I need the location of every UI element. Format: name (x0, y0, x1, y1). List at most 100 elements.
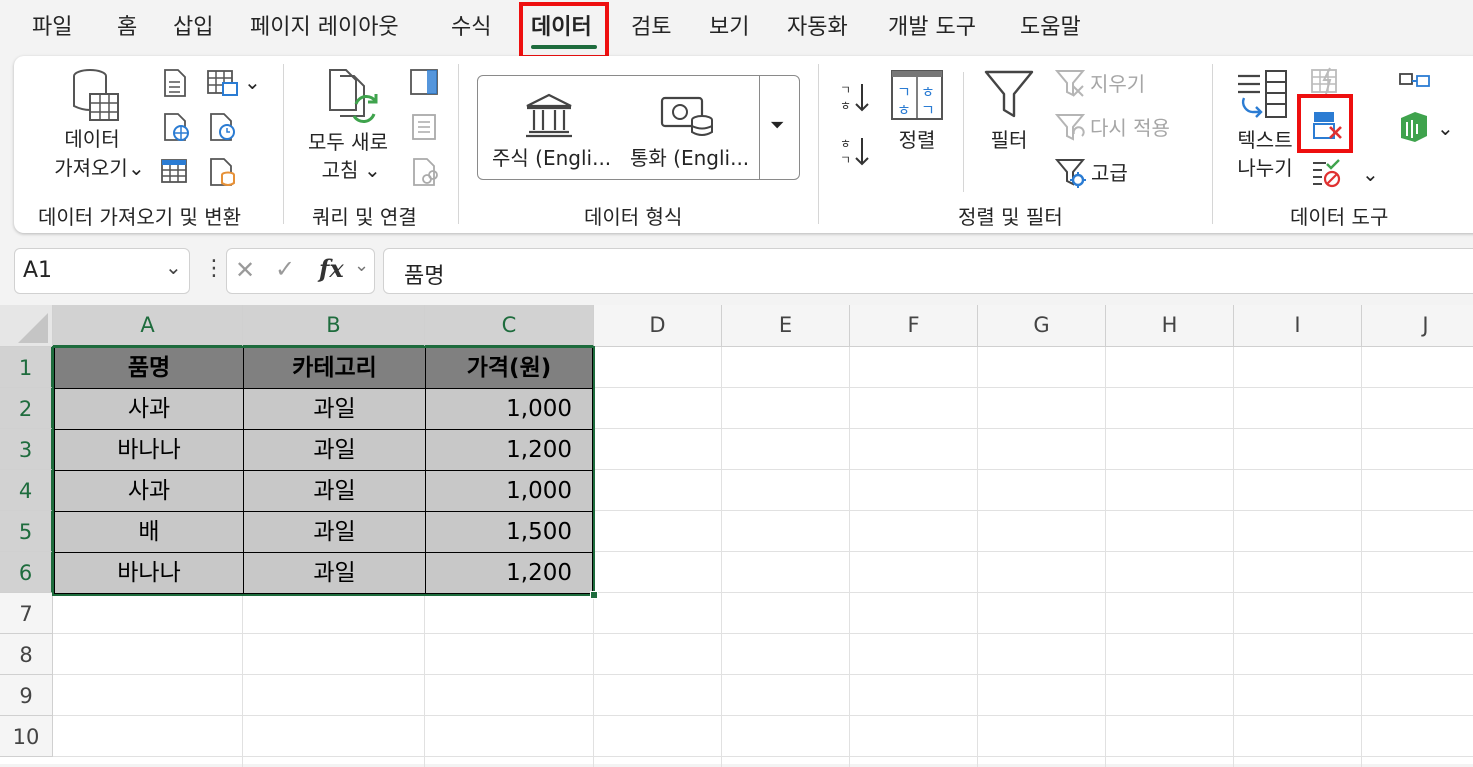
currencies-icon[interactable] (658, 92, 718, 138)
gallery-expand-icon[interactable]: ⏷ (770, 112, 784, 140)
row-header-4[interactable]: 4 (0, 470, 53, 511)
table-cell[interactable]: 과일 (243, 388, 426, 430)
tab-developer[interactable]: 개발 도구 (888, 14, 976, 42)
from-database-icon[interactable] (208, 157, 238, 187)
more-options-icon[interactable]: ⋮ (203, 256, 225, 281)
stocks-label[interactable]: 주식 (Engli... (492, 144, 611, 172)
data-model-icon[interactable] (1397, 110, 1431, 144)
filter-label[interactable]: 필터 (985, 126, 1033, 154)
row-header-7[interactable]: 7 (0, 593, 53, 634)
table-cell[interactable]: 과일 (243, 511, 426, 553)
tab-view[interactable]: 보기 (709, 14, 749, 42)
sort-desc-icon[interactable]: ㅎㄱ (838, 134, 872, 168)
table-header-cell[interactable]: 가격(원) (425, 347, 593, 389)
row-header-1[interactable]: 1 (0, 347, 53, 388)
from-table-icon[interactable] (160, 157, 188, 185)
formula-input[interactable]: 품명 (383, 248, 1473, 294)
from-text-icon[interactable] (162, 68, 188, 98)
column-header-f[interactable]: F (850, 305, 978, 347)
tab-formulas[interactable]: 수식 (451, 14, 491, 42)
select-all-corner[interactable] (0, 305, 53, 347)
sort-asc-icon[interactable]: ㄱㅎ (838, 80, 872, 114)
remove-duplicates-highlight-box (1297, 94, 1353, 153)
row-header-3[interactable]: 3 (0, 429, 53, 470)
table-cell[interactable]: 1,000 (425, 470, 593, 512)
consolidate-icon[interactable] (1397, 68, 1431, 98)
tab-automate[interactable]: 자동화 (787, 14, 848, 42)
gallery-divider (759, 76, 760, 179)
connections-chevron-icon[interactable]: ⌄ (244, 68, 261, 96)
cancel-icon[interactable]: ✕ (235, 256, 255, 284)
advanced-label[interactable]: 고급 (1091, 159, 1128, 187)
stocks-icon[interactable] (523, 92, 575, 138)
table-cell[interactable]: 과일 (243, 429, 426, 471)
recent-sources-icon[interactable] (208, 112, 238, 142)
table-cell[interactable]: 1,200 (425, 429, 593, 471)
column-header-a[interactable]: A (53, 305, 243, 347)
column-header-c[interactable]: C (425, 305, 594, 347)
existing-connections-icon[interactable] (206, 68, 240, 98)
tab-insert[interactable]: 삽입 (173, 14, 213, 42)
tab-page-layout[interactable]: 페이지 레이아웃 (250, 14, 399, 42)
refresh-all-icon[interactable] (326, 68, 380, 124)
column-header-h[interactable]: H (1106, 305, 1234, 347)
row-header-9[interactable]: 9 (0, 675, 53, 716)
data-types-gallery[interactable]: 주식 (Engli... 통화 (Engli... ⏷ (477, 75, 800, 180)
currencies-label[interactable]: 통화 (Engli... (630, 144, 749, 172)
from-web-icon[interactable] (162, 112, 190, 142)
row-header-5[interactable]: 5 (0, 511, 53, 552)
column-header-g[interactable]: G (978, 305, 1106, 347)
data-validation-icon[interactable] (1310, 157, 1344, 189)
flash-fill-icon (1311, 67, 1337, 95)
fx-chevron-icon[interactable]: ⌄ (354, 255, 369, 276)
text-to-columns-icon[interactable] (1234, 68, 1292, 120)
grid-line (53, 674, 1473, 675)
row-header-2[interactable]: 2 (0, 388, 53, 429)
tab-file[interactable]: 파일 (32, 14, 72, 42)
column-header-e[interactable]: E (722, 305, 850, 347)
get-data-icon[interactable] (70, 68, 122, 124)
column-header-b[interactable]: B (243, 305, 425, 347)
data-model-chevron-icon[interactable]: ⌄ (1437, 114, 1454, 142)
table-cell[interactable]: 바나나 (54, 552, 244, 594)
tab-help[interactable]: 도움말 (1020, 14, 1081, 42)
table-cell[interactable]: 과일 (243, 470, 426, 512)
ribbon-tabs: 파일 홈 삽입 페이지 레이아웃 수식 데이터 검토 보기 자동화 개발 도구 … (0, 0, 1473, 56)
row-header-6[interactable]: 6 (0, 552, 53, 593)
tab-review[interactable]: 검토 (631, 14, 671, 42)
table-cell[interactable]: 사과 (54, 470, 244, 512)
sort-label[interactable]: 정렬 (893, 126, 941, 154)
row-header-10[interactable]: 10 (0, 716, 53, 757)
table-cell[interactable]: 1,200 (425, 552, 593, 594)
tab-home[interactable]: 홈 (117, 14, 137, 42)
insert-function-icon[interactable]: fx (319, 254, 344, 283)
table-header-cell[interactable]: 카테고리 (243, 347, 426, 389)
table-cell[interactable]: 사과 (54, 388, 244, 430)
table-cell[interactable]: 과일 (243, 552, 426, 594)
table-cell[interactable]: 1,000 (425, 388, 593, 430)
grid-line (721, 347, 722, 767)
name-box[interactable]: A1 ⌄ (14, 248, 190, 294)
tab-highlight-box (519, 2, 609, 59)
column-header-j[interactable]: J (1362, 305, 1473, 347)
column-header-d[interactable]: D (594, 305, 722, 347)
table-cell[interactable]: 1,500 (425, 511, 593, 553)
table-cell[interactable]: 배 (54, 511, 244, 553)
data-validation-chevron-icon[interactable]: ⌄ (1362, 160, 1379, 188)
column-header-i[interactable]: I (1234, 305, 1362, 347)
refresh-chevron-icon[interactable]: ⌄ (364, 156, 381, 184)
row-header-8[interactable]: 8 (0, 634, 53, 675)
sort-icon[interactable]: ㄱㅎㅎㄱ (890, 69, 944, 121)
name-box-chevron-icon[interactable]: ⌄ (165, 255, 182, 279)
enter-icon[interactable]: ✓ (275, 255, 295, 283)
fill-handle[interactable] (590, 591, 598, 599)
advanced-filter-icon[interactable] (1055, 157, 1087, 189)
text-to-columns-label-2: 나누기 (1237, 156, 1293, 180)
queries-connections-icon[interactable] (409, 68, 439, 96)
table-header-cell[interactable]: 품명 (54, 347, 244, 389)
worksheet-grid[interactable]: A B C D E F G H I J 1 2 3 4 5 6 7 8 9 10… (0, 305, 1473, 767)
get-data-chevron-icon[interactable]: ⌄ (128, 154, 145, 182)
table-cell[interactable]: 바나나 (54, 429, 244, 471)
edit-links-icon (413, 158, 438, 186)
filter-icon[interactable] (983, 68, 1035, 120)
